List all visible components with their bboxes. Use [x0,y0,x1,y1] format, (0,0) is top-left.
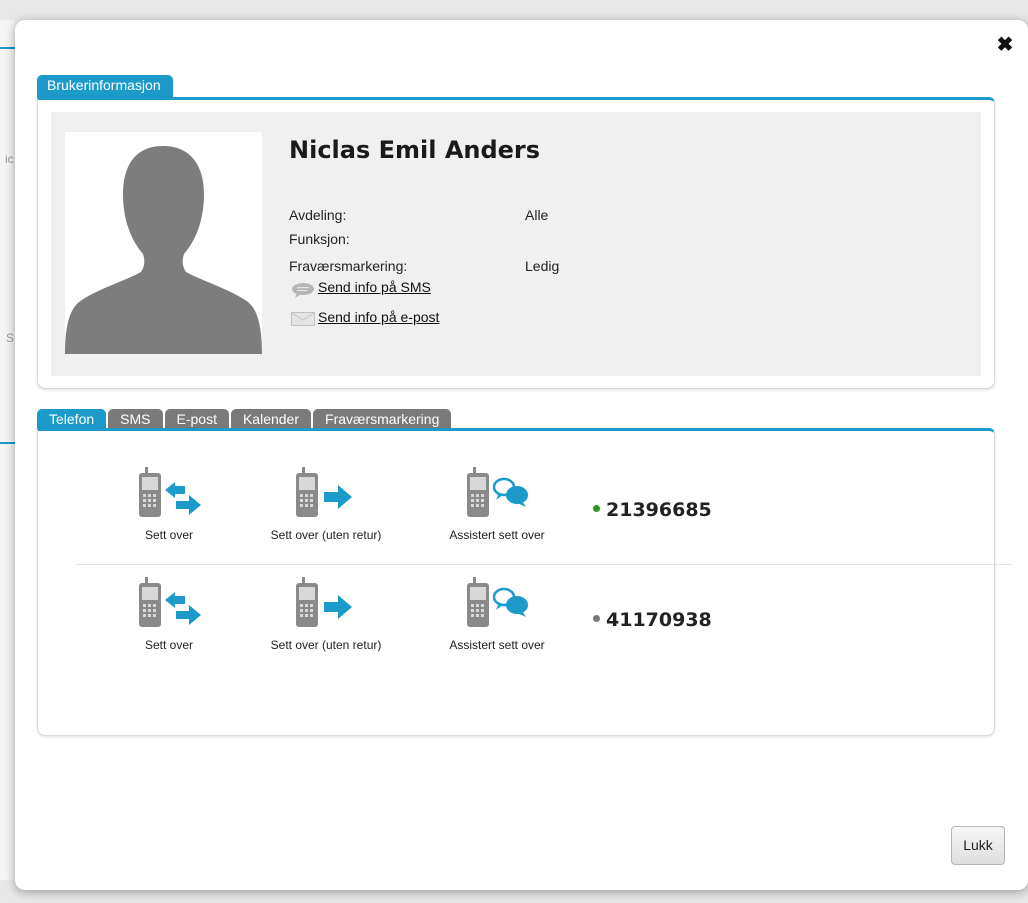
status-dot-unknown [593,615,600,622]
assistert-sett-over-button[interactable]: Assistert sett over [422,465,572,542]
transfer-without-return-icon [296,577,352,627]
assistert-sett-over-label: Assistert sett over [449,528,545,542]
user-info-tabbar: Brukerinformasjon [37,75,995,97]
sett-over-uten-retur-label: Sett over (uten retur) [270,638,382,652]
assistert-sett-over-button[interactable]: Assistert sett over [422,575,572,652]
assistert-sett-over-label: Assistert sett over [449,638,545,652]
user-name: Niclas Emil Anders [289,136,541,164]
lukk-button[interactable]: Lukk [951,826,1005,865]
send-email-link[interactable]: Send info på e-post [318,309,439,325]
background-strip [0,20,15,880]
user-info-section: Brukerinformasjon Niclas Emil Anders Avd… [37,75,995,389]
absence-label: Fraværsmarkering: [289,258,408,274]
close-icon[interactable]: ✖ [996,35,1014,55]
department-value: Alle [525,207,549,223]
user-info-card: Niclas Emil Anders Avdeling: Alle Funksj… [51,112,981,376]
user-info-dialog: ✖ Brukerinformasjon Niclas Emil Anders A… [15,20,1028,890]
phone-number-1[interactable]: 21396685 [593,499,712,521]
sett-over-label: Sett over [144,638,194,652]
send-sms-link[interactable]: Send info på SMS [318,279,431,295]
telefon-panel: Sett over Sett over (uten retur) Assiste… [37,428,1012,736]
status-dot-available [593,505,600,512]
sett-over-uten-retur-button[interactable]: Sett over (uten retur) [251,575,401,652]
assisted-transfer-icon [467,577,528,627]
sett-over-uten-retur-label: Sett over (uten retur) [270,528,382,542]
row-divider [76,564,1012,565]
tab-sms[interactable]: SMS [108,409,163,428]
sett-over-label: Sett over [144,528,194,542]
absence-value: Ledig [525,258,560,274]
background-divider [0,47,15,49]
transfer-with-return-icon [139,577,201,627]
sett-over-button[interactable]: Sett over [94,465,244,542]
background-text-fragment: S [6,331,15,345]
avatar [65,132,262,354]
tab-e-post[interactable]: E-post [164,409,229,428]
speech-bubble-icon [292,283,314,298]
department-label: Avdeling: [289,207,347,223]
function-label: Funksjon: [289,231,350,247]
phone-number-2-text: 41170938 [606,609,712,631]
sett-over-uten-retur-button[interactable]: Sett over (uten retur) [251,465,401,542]
tab-kalender[interactable]: Kalender [230,409,312,428]
contact-tabbar: Telefon SMS E-post Kalender Fraværsmarke… [37,406,995,428]
sett-over-button[interactable]: Sett over [94,575,244,652]
assisted-transfer-icon [467,467,528,517]
tab-brukerinformasjon[interactable]: Brukerinformasjon [37,75,173,97]
envelope-icon [291,312,315,326]
transfer-without-return-icon [296,467,352,517]
tab-fravaersmarkering[interactable]: Fraværsmarkering [313,409,452,428]
contact-section: Telefon SMS E-post Kalender Fraværsmarke… [37,406,1012,736]
phone-number-1-text: 21396685 [606,499,712,521]
tab-telefon[interactable]: Telefon [37,409,107,428]
phone-number-2[interactable]: 41170938 [593,609,712,631]
transfer-with-return-icon [139,467,201,517]
avatar-silhouette-icon [65,146,262,354]
user-info-panel: Niclas Emil Anders Avdeling: Alle Funksj… [37,97,995,389]
background-divider [0,442,15,444]
background-text-fragment: ic [5,152,14,166]
